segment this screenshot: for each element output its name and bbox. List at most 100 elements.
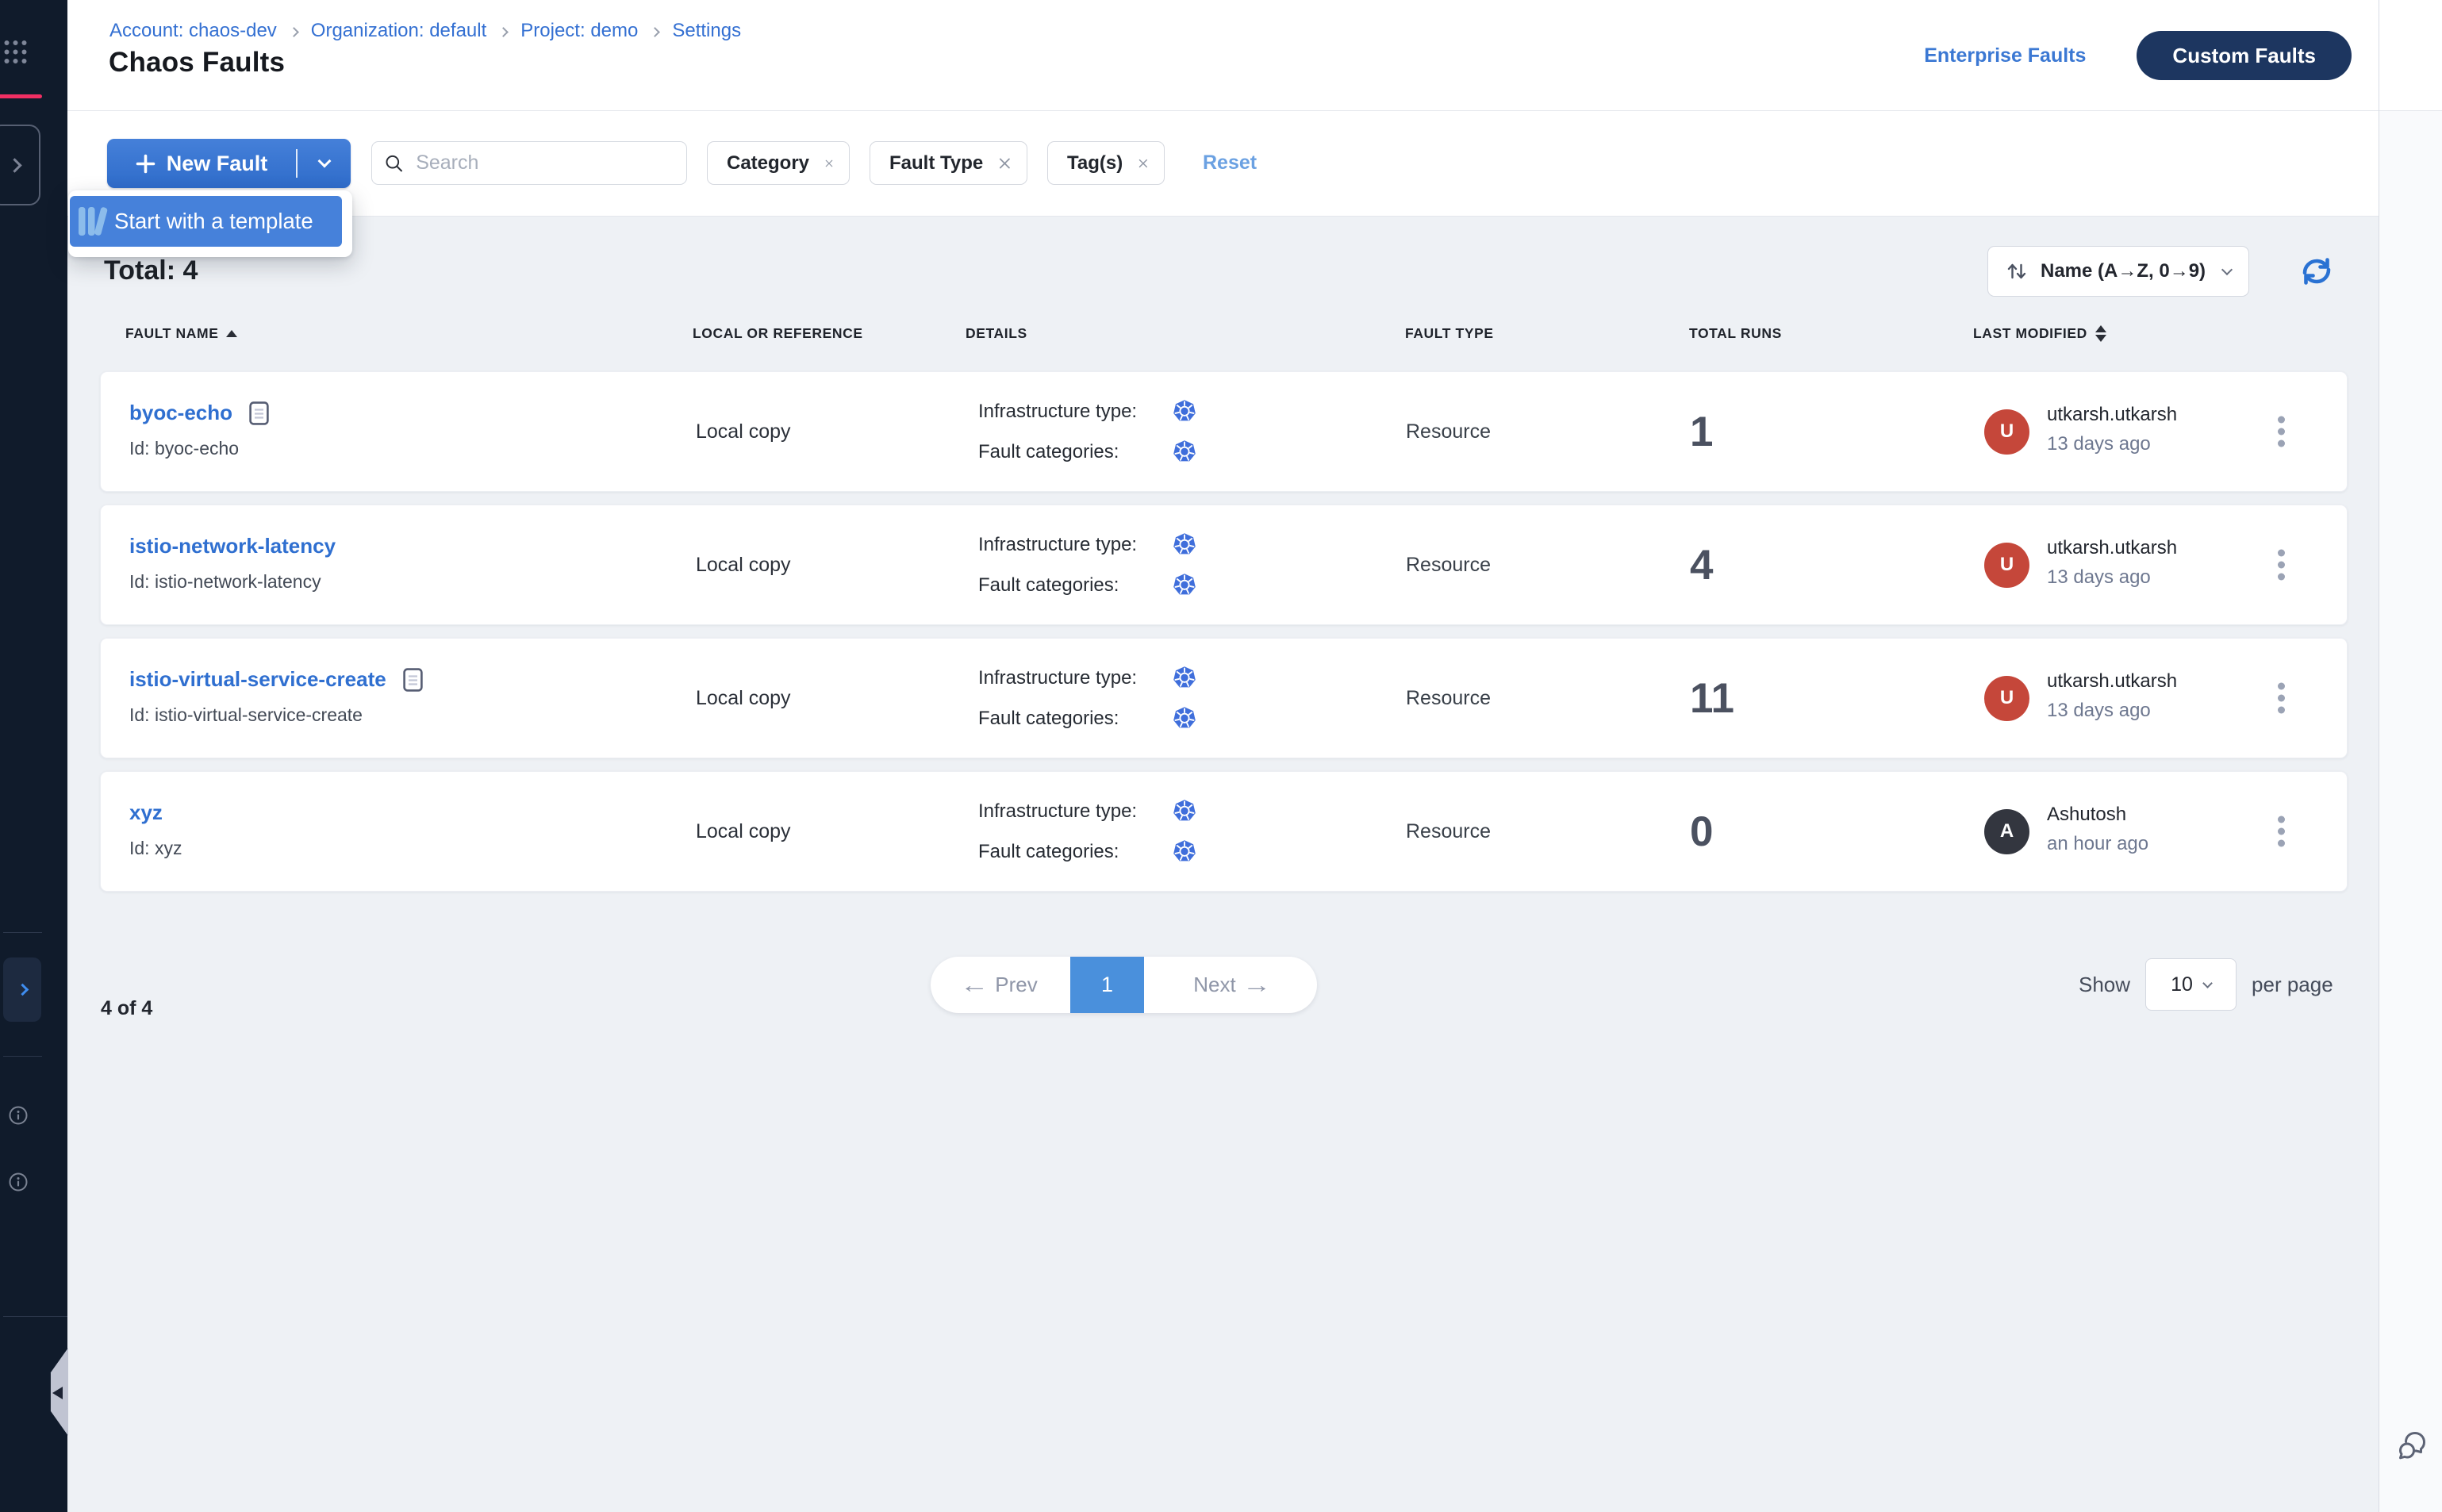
fault-type-value: Resource: [1406, 372, 1491, 491]
sidebar-divider: [3, 1056, 42, 1057]
menu-item-label: Start with a template: [114, 209, 313, 234]
search-input[interactable]: [416, 152, 674, 175]
nav-module-item[interactable]: [3, 957, 41, 1022]
row-menu-button[interactable]: [2278, 683, 2285, 714]
fault-name-link[interactable]: byoc-echo: [129, 401, 232, 425]
close-icon[interactable]: [825, 155, 833, 171]
column-last-modified[interactable]: LAST MODIFIED: [1973, 323, 2106, 343]
toolbar: New Fault Category Fault Type Tag(s) Res…: [67, 111, 2379, 217]
fault-id: Id: xyz: [129, 838, 182, 859]
next-page-button[interactable]: Next →: [1144, 973, 1317, 997]
sort-both-icon: [2095, 325, 2106, 342]
avatar[interactable]: U: [1984, 543, 2029, 588]
kubernetes-icon: [1172, 439, 1197, 465]
chevron-down-icon: [317, 155, 331, 168]
nav-expand-button[interactable]: [0, 125, 40, 205]
total-runs-value: 11: [1690, 639, 1734, 758]
close-icon[interactable]: [999, 155, 1011, 171]
new-fault-dropdown-menu: Start with a template: [68, 190, 352, 257]
last-modified-cell: A Ashutosh an hour ago: [1984, 772, 2148, 891]
details-cell: Infrastructure type: Fault categories:: [978, 372, 1197, 491]
last-modified-cell: U utkarsh.utkarsh 13 days ago: [1984, 639, 2177, 758]
avatar[interactable]: U: [1984, 409, 2029, 455]
right-strip-header: [2379, 0, 2442, 111]
avatar[interactable]: U: [1984, 676, 2029, 721]
reset-filters-link[interactable]: Reset: [1203, 141, 1257, 185]
breadcrumb-settings[interactable]: Settings: [672, 20, 741, 42]
close-icon[interactable]: [1138, 155, 1148, 171]
enterprise-faults-link[interactable]: Enterprise Faults: [1924, 44, 2086, 67]
chevron-right-icon: [498, 27, 509, 37]
filter-chip-tags[interactable]: Tag(s): [1047, 141, 1165, 185]
sort-dropdown[interactable]: Name (A→Z, 0→9): [1987, 246, 2249, 297]
table-row: istio-network-latency Id: istio-network-…: [100, 505, 2348, 625]
kubernetes-icon: [1172, 532, 1197, 558]
pagination-range: 4 of 4: [101, 997, 152, 1020]
table-row: byoc-echo Id: byoc-echo Local copy Infra…: [100, 371, 2348, 492]
document-icon[interactable]: [403, 668, 423, 692]
fault-name-link[interactable]: istio-virtual-service-create: [129, 667, 386, 692]
module-grid-icon[interactable]: [2, 36, 29, 65]
prev-page-button[interactable]: ← Prev: [931, 973, 1070, 997]
modified-by: utkarsh.utkarsh: [2047, 537, 2177, 559]
column-fault-name[interactable]: FAULT NAME: [125, 323, 237, 343]
page-size-select[interactable]: 10: [2145, 958, 2237, 1011]
fault-type-value: Resource: [1406, 772, 1491, 891]
row-menu-button[interactable]: [2278, 416, 2285, 447]
column-fault-type: FAULT TYPE: [1405, 323, 1494, 343]
total-runs-value: 0: [1690, 772, 1713, 891]
breadcrumb: Account: chaos-dev Organization: default…: [109, 20, 741, 42]
last-modified-cell: U utkarsh.utkarsh 13 days ago: [1984, 372, 2177, 491]
start-with-template-menu-item[interactable]: Start with a template: [70, 196, 342, 247]
chat-help-icon[interactable]: [2394, 1428, 2429, 1463]
fault-id: Id: istio-virtual-service-create: [129, 704, 363, 726]
breadcrumb-organization[interactable]: Organization: default: [311, 20, 486, 42]
filter-chip-category[interactable]: Category: [707, 141, 850, 185]
current-page-button[interactable]: 1: [1070, 957, 1144, 1013]
info-icon[interactable]: [9, 1106, 28, 1125]
per-page-label: per page: [2252, 973, 2333, 997]
sort-value: Name (A→Z, 0→9): [2041, 260, 2210, 282]
chevron-down-icon: [2202, 978, 2213, 988]
pagination-bar: ← Prev 1 Next →: [931, 957, 1317, 1013]
page-title: Chaos Faults: [109, 47, 285, 79]
total-count: Total: 4: [104, 255, 198, 286]
info-icon[interactable]: [9, 1172, 28, 1192]
chevron-right-icon: [7, 158, 21, 172]
search-box: [371, 141, 687, 185]
column-local-or-reference: LOCAL OR REFERENCE: [693, 323, 863, 343]
fault-type-value: Resource: [1406, 505, 1491, 624]
collapse-arrow-icon: [52, 1387, 63, 1399]
arrow-left-icon: ←: [960, 974, 989, 996]
refresh-icon[interactable]: [2298, 255, 2335, 288]
arrow-right-icon: →: [1242, 974, 1271, 996]
new-fault-button[interactable]: New Fault: [107, 139, 351, 188]
fault-name-link[interactable]: xyz: [129, 800, 163, 825]
sort-asc-icon: [226, 330, 237, 337]
custom-faults-button[interactable]: Custom Faults: [2137, 31, 2352, 80]
chevron-right-icon: [16, 984, 29, 996]
show-label: Show: [2079, 973, 2130, 997]
modified-by: utkarsh.utkarsh: [2047, 670, 2177, 693]
row-menu-button[interactable]: [2278, 550, 2285, 581]
sort-arrows-icon: [2006, 260, 2028, 282]
fault-name-link[interactable]: istio-network-latency: [129, 534, 336, 558]
breadcrumb-account[interactable]: Account: chaos-dev: [109, 20, 277, 42]
kubernetes-icon: [1172, 399, 1197, 424]
kubernetes-icon: [1172, 666, 1197, 691]
breadcrumb-project[interactable]: Project: demo: [520, 20, 638, 42]
table-row: istio-virtual-service-create Id: istio-v…: [100, 638, 2348, 758]
avatar[interactable]: A: [1984, 809, 2029, 854]
modified-by: utkarsh.utkarsh: [2047, 404, 2177, 426]
new-fault-caret[interactable]: [298, 161, 351, 166]
row-menu-button[interactable]: [2278, 816, 2285, 847]
fault-type-value: Resource: [1406, 639, 1491, 758]
plus-icon: [136, 154, 156, 174]
last-modified-cell: U utkarsh.utkarsh 13 days ago: [1984, 505, 2177, 624]
kubernetes-icon: [1172, 799, 1197, 824]
sidebar-divider: [3, 932, 42, 933]
filter-chip-fault-type[interactable]: Fault Type: [870, 141, 1027, 185]
chevron-right-icon: [289, 27, 299, 37]
document-icon[interactable]: [249, 401, 269, 425]
local-or-reference-value: Local copy: [696, 639, 791, 758]
